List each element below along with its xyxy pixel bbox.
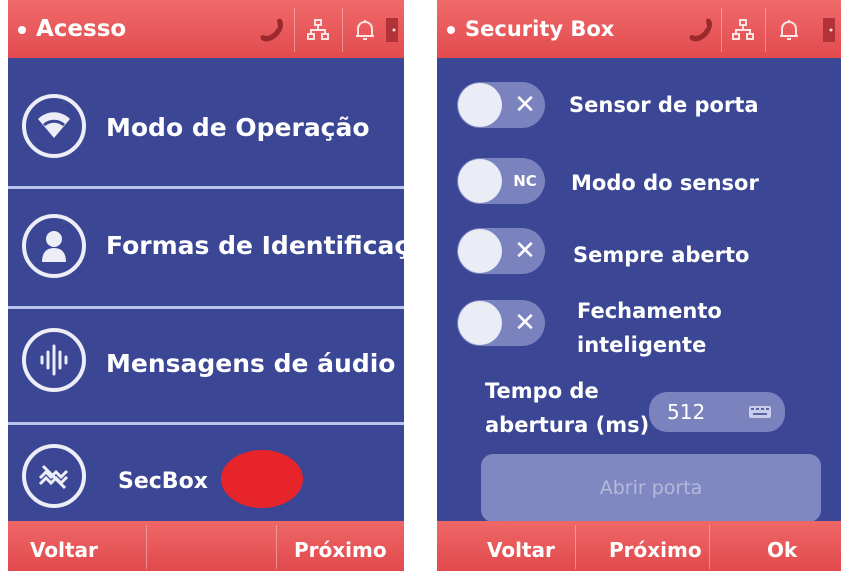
toggle-knob xyxy=(458,229,502,273)
setting-label: Sensor de porta xyxy=(569,93,759,117)
toggle-knob xyxy=(458,83,502,127)
status-separator xyxy=(721,8,722,52)
bell-icon xyxy=(345,10,385,50)
page-title: Acesso xyxy=(36,16,127,42)
menu-item-secbox[interactable]: SecBox xyxy=(8,424,404,536)
setting-label: Modo do sensor xyxy=(571,171,759,195)
network-icon xyxy=(298,10,338,50)
door-icon xyxy=(380,10,404,50)
divider xyxy=(8,186,404,189)
open-door-label: Abrir porta xyxy=(599,477,703,499)
toggle-knob xyxy=(458,301,502,345)
right-screen: Security Box ✕ Sensor de porta NC Modo d… xyxy=(437,0,841,571)
back-button[interactable]: Voltar xyxy=(30,535,98,565)
setting-label: Sempre aberto xyxy=(573,243,750,267)
toggle-state: ✕ xyxy=(514,90,536,120)
nav-separator xyxy=(146,525,147,569)
right-top-bar: Security Box xyxy=(437,0,841,58)
keyboard-icon xyxy=(749,406,771,418)
menu-item-modo-operacao[interactable]: Modo de Operação xyxy=(8,72,404,184)
fechamento-inteligente-toggle[interactable]: ✕ xyxy=(457,300,545,346)
setting-label-line2: inteligente xyxy=(577,333,707,357)
sensor-porta-toggle[interactable]: ✕ xyxy=(457,82,545,128)
nav-separator xyxy=(709,525,710,569)
open-time-label-line1: Tempo de xyxy=(485,379,599,403)
menu-item-mensagens-audio[interactable]: Mensagens de áudio xyxy=(8,306,404,418)
network-icon xyxy=(723,10,763,50)
left-top-bar: Acesso xyxy=(8,0,404,58)
open-time-value: 512 xyxy=(667,400,706,424)
menu-item-label: Formas de Identificação xyxy=(106,231,404,260)
secbox-icon xyxy=(22,444,86,508)
open-time-input[interactable]: 512 xyxy=(649,392,785,432)
nav-separator xyxy=(575,525,576,569)
sempre-aberto-toggle[interactable]: ✕ xyxy=(457,228,545,274)
setting-label-line1: Fechamento xyxy=(577,299,722,323)
next-button[interactable]: Próximo xyxy=(294,535,387,565)
status-dot xyxy=(18,26,26,34)
menu-item-label: Mensagens de áudio xyxy=(106,349,396,378)
menu-item-formas-identificacao[interactable]: Formas de Identificação xyxy=(8,192,404,304)
status-separator xyxy=(294,8,295,52)
bell-icon xyxy=(769,10,809,50)
door-icon xyxy=(817,10,841,50)
nav-separator xyxy=(276,525,277,569)
ok-button[interactable]: Ok xyxy=(767,535,797,565)
audio-wave-icon xyxy=(22,328,86,392)
phone-icon xyxy=(252,10,292,50)
right-bottom-bar: Voltar Próximo Ok xyxy=(437,521,841,571)
menu-item-label: SecBox xyxy=(118,469,208,494)
wifi-icon xyxy=(22,94,86,158)
toggle-knob xyxy=(458,159,502,203)
open-door-button[interactable]: Abrir porta xyxy=(481,454,821,522)
toggle-state: ✕ xyxy=(514,308,536,338)
person-icon xyxy=(22,214,86,278)
redaction-mark xyxy=(221,450,303,508)
next-button[interactable]: Próximo xyxy=(609,535,702,565)
status-separator xyxy=(342,8,343,52)
back-button[interactable]: Voltar xyxy=(487,535,555,565)
page-title: Security Box xyxy=(465,17,615,41)
status-dot xyxy=(447,26,455,34)
phone-icon xyxy=(681,10,721,50)
toggle-state: NC xyxy=(513,172,537,190)
toggle-state: ✕ xyxy=(514,236,536,266)
left-screen: Acesso Modo de Operação Formas de Identi… xyxy=(8,0,404,571)
menu-item-label: Modo de Operação xyxy=(106,113,370,142)
left-bottom-bar: Voltar Próximo xyxy=(8,521,404,571)
open-time-label-line2: abertura (ms) xyxy=(485,413,650,437)
modo-sensor-toggle[interactable]: NC xyxy=(457,158,545,204)
status-separator xyxy=(765,8,766,52)
